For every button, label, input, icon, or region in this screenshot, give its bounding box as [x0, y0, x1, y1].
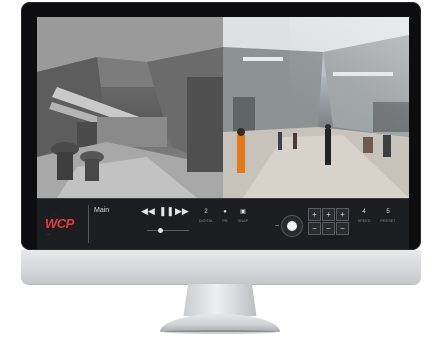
speed-value: 4 — [362, 209, 366, 215]
ptz-joystick-knob[interactable] — [287, 221, 297, 231]
monitor-stand-neck — [183, 284, 257, 316]
speed-label: SPEED — [357, 219, 371, 223]
screen: ... WCP ... Main ◀◀ ❚❚ ▶▶ 2 DIGITAL ● PR… — [37, 17, 409, 249]
joystick-guide — [275, 225, 279, 226]
digital-zoom-control[interactable]: 2 DIGITAL — [197, 208, 215, 223]
ptz-plus-button-2[interactable]: + — [322, 208, 335, 221]
record-icon: ● — [223, 209, 227, 215]
camera-feed-2-image — [223, 17, 409, 198]
preset-value: 5 — [386, 209, 390, 215]
preset-control[interactable]: 5 PRESET — [377, 208, 399, 223]
seek-track[interactable] — [147, 230, 189, 231]
camera-feed-1-image — [37, 17, 223, 198]
view-name[interactable]: Main — [94, 207, 109, 214]
brand-logo: ... WCP ... — [43, 211, 85, 237]
ptz-plus-button-3[interactable]: + — [336, 208, 349, 221]
ptz-joystick[interactable] — [281, 215, 303, 237]
brand-logo-sub: ... — [47, 232, 50, 236]
monitor-chin — [21, 250, 421, 284]
snapshot-label: SNAP — [237, 219, 249, 223]
ptz-plus-button-1[interactable]: + — [308, 208, 321, 221]
brand-logo-name: WCP — [45, 216, 74, 231]
ptz-minus-button-1[interactable]: − — [308, 222, 321, 235]
seek-handle[interactable] — [158, 228, 163, 233]
snapshot-icon: ▣ — [240, 209, 246, 215]
control-bar: ... WCP ... Main ◀◀ ❚❚ ▶▶ 2 DIGITAL ● PR… — [37, 198, 409, 249]
camera-feed-1[interactable] — [37, 17, 223, 198]
skip-back-icon[interactable]: ◀◀ — [141, 204, 155, 218]
ptz-button-grid: + + + − − − — [308, 208, 350, 236]
snapshot-control[interactable]: ▣ SNAP — [234, 208, 252, 223]
pause-icon[interactable]: ❚❚ — [159, 204, 174, 218]
record-label: PR — [222, 219, 228, 223]
camera-feed-2[interactable] — [223, 17, 409, 198]
ptz-minus-button-3[interactable]: − — [336, 222, 349, 235]
speed-control[interactable]: 4 SPEED — [355, 208, 373, 223]
divider — [88, 205, 89, 243]
monitor-stand-shadow — [164, 330, 276, 334]
digital-zoom-label: DIGITAL — [198, 219, 214, 223]
record-control[interactable]: ● PR — [218, 208, 232, 223]
playback-controls: ◀◀ ❚❚ ▶▶ — [141, 204, 191, 218]
ptz-minus-button-2[interactable]: − — [322, 222, 335, 235]
preset-label: PRESET — [380, 219, 396, 223]
digital-zoom-value: 2 — [204, 209, 208, 215]
skip-forward-icon[interactable]: ▶▶ — [175, 204, 189, 218]
